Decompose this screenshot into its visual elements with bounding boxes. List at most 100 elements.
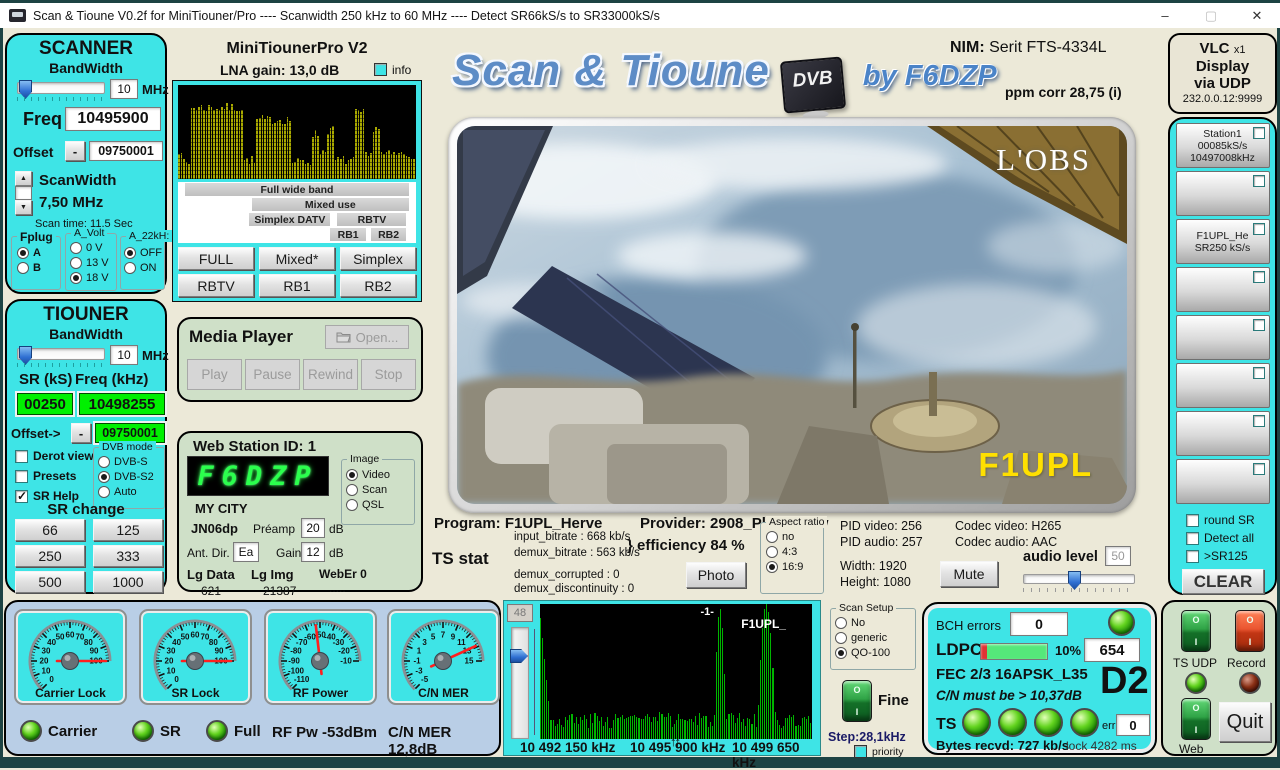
station-button-2[interactable] (1176, 171, 1270, 216)
aspect-ratio-radios-option[interactable]: no (766, 529, 823, 544)
priority-checkbox[interactable]: priority (854, 745, 904, 758)
dvb-mode-radios-option[interactable]: DVB-S (98, 454, 164, 469)
scanner-offset-minus-button[interactable]: - (65, 141, 85, 161)
tiouner-bandwidth-value[interactable]: 10 (110, 345, 138, 365)
band-select-simplex[interactable]: Simplex (340, 247, 416, 270)
close-button[interactable]: ✕ (1234, 3, 1280, 28)
clear-button[interactable]: CLEAR (1182, 569, 1264, 594)
scan-setup-radios-option[interactable]: QO-100 (835, 645, 915, 660)
sr-change-1000[interactable]: 1000 (93, 571, 163, 593)
station-button-6[interactable] (1176, 363, 1270, 408)
station-button-8[interactable] (1176, 459, 1270, 504)
radio-icon[interactable] (835, 617, 847, 629)
a-volt-radios-option[interactable]: 0 V (70, 240, 116, 255)
presets-checkbox[interactable]: Presets (15, 469, 76, 483)
station-checkbox[interactable] (1253, 271, 1265, 283)
station-checkbox[interactable] (1253, 127, 1265, 139)
a-volt-radios-option[interactable]: 13 V (70, 255, 116, 270)
radio-icon[interactable] (346, 499, 358, 511)
band-select-rb1[interactable]: RB1 (259, 274, 335, 297)
quit-button[interactable]: Quit (1219, 702, 1271, 742)
station-button-5[interactable] (1176, 315, 1270, 360)
dvb-mode-radios-option[interactable]: Auto (98, 484, 164, 499)
sr-change-66[interactable]: 66 (15, 519, 85, 541)
info-checkbox[interactable] (374, 63, 387, 76)
image-radios-option[interactable]: QSL (346, 497, 414, 512)
scanwidth-down-button[interactable]: ▼ (15, 200, 32, 215)
radio-icon[interactable] (70, 242, 82, 254)
scanner-bandwidth-value[interactable]: 10 (110, 79, 138, 99)
radio-icon[interactable] (70, 257, 82, 269)
station-checkbox[interactable] (1253, 223, 1265, 235)
radio-icon[interactable] (835, 632, 847, 644)
audio-level-value[interactable]: 50 (1105, 546, 1131, 566)
gain-value[interactable]: 12 (301, 542, 325, 562)
wideband-spectrum-display[interactable] (178, 85, 416, 179)
a-volt-radios-option[interactable]: 18 V (70, 270, 116, 285)
station-checkbox[interactable] (1253, 175, 1265, 187)
radio-icon[interactable] (124, 247, 136, 259)
aspect-ratio-radios-option[interactable]: 4:3 (766, 544, 823, 559)
checkbox-icon[interactable] (1186, 514, 1199, 527)
dvb-mode-radios-option[interactable]: DVB-S2 (98, 469, 164, 484)
radio-icon[interactable] (835, 647, 847, 659)
radio-icon[interactable] (346, 469, 358, 481)
ts-udp-switch[interactable]: O I (1181, 610, 1211, 652)
scanner-offset-value[interactable]: 09750001 (89, 141, 163, 161)
station-checkbox[interactable] (1253, 319, 1265, 331)
sr-change-333[interactable]: 333 (93, 545, 163, 567)
mute-button[interactable]: Mute (940, 561, 998, 587)
scanwidth-up-button[interactable]: ▲ (15, 171, 32, 186)
preamp-value[interactable]: 20 (301, 518, 325, 538)
record-switch[interactable]: O I (1235, 610, 1265, 652)
scan-gain-slider[interactable] (511, 627, 529, 739)
fplug-radios-option[interactable]: A (17, 245, 60, 260)
aspect-ratio-radios-option[interactable]: 16:9 (766, 559, 823, 574)
detect-all-checkbox[interactable]: Detect all (1186, 531, 1254, 545)
sr-change-500[interactable]: 500 (15, 571, 85, 593)
band-select-rb2[interactable]: RB2 (340, 274, 416, 297)
image-radios-option[interactable]: Scan (346, 482, 414, 497)
radio-icon[interactable] (98, 471, 110, 483)
radio-icon[interactable] (346, 484, 358, 496)
radio-icon[interactable] (766, 561, 778, 573)
a-22k-radios-option[interactable]: OFF (124, 245, 164, 260)
sr-change-125[interactable]: 125 (93, 519, 163, 541)
station-checkbox[interactable] (1253, 367, 1265, 379)
radio-icon[interactable] (98, 486, 110, 498)
radio-icon[interactable] (17, 262, 29, 274)
photo-button[interactable]: Photo (686, 562, 746, 588)
round-sr-checkbox[interactable]: round SR (1186, 513, 1255, 527)
station-button-4[interactable] (1176, 267, 1270, 312)
sr125-checkbox[interactable]: >SR125 (1186, 549, 1248, 563)
radio-icon[interactable] (766, 531, 778, 543)
band-select-mixed-[interactable]: Mixed* (259, 247, 335, 270)
sr-change-250[interactable]: 250 (15, 545, 85, 567)
radio-icon[interactable] (70, 272, 82, 284)
checkbox-icon[interactable] (15, 470, 28, 483)
station-button-3[interactable]: F1UPL_HeSR250 kS/s (1176, 219, 1270, 264)
minimize-button[interactable]: – (1142, 3, 1188, 28)
a-22k-radios-option[interactable]: ON (124, 260, 164, 275)
band-select-rbtv[interactable]: RBTV (178, 274, 254, 297)
web-switch[interactable]: O I (1181, 698, 1211, 740)
radio-icon[interactable] (124, 262, 136, 274)
checkbox-icon[interactable] (1186, 550, 1199, 563)
image-radios-option[interactable]: Video (346, 467, 414, 482)
scan-spectrum-display[interactable]: -1- F1UPL_ (540, 604, 812, 739)
radio-icon[interactable] (17, 247, 29, 259)
checkbox-icon[interactable] (854, 745, 867, 758)
fine-switch[interactable]: O I (842, 680, 872, 722)
radio-icon[interactable] (766, 546, 778, 558)
scan-setup-radios-option[interactable]: generic (835, 630, 915, 645)
tiouner-offset-minus-button[interactable]: - (71, 423, 91, 443)
scan-setup-radios-option[interactable]: No (835, 615, 915, 630)
derot-view-checkbox[interactable]: Derot view (15, 449, 94, 463)
station-checkbox[interactable] (1253, 463, 1265, 475)
station-checkbox[interactable] (1253, 415, 1265, 427)
scanner-freq-value[interactable]: 10495900 (65, 107, 161, 131)
band-select-full[interactable]: FULL (178, 247, 254, 270)
ant-dir-value[interactable]: Ea (233, 542, 259, 562)
checkbox-icon[interactable] (15, 450, 28, 463)
station-button-7[interactable] (1176, 411, 1270, 456)
